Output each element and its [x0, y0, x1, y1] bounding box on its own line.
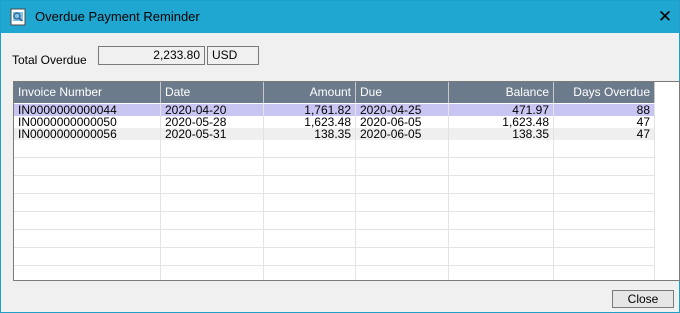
grid-line: [14, 265, 655, 266]
table-row[interactable]: IN0000000000050 2020-05-28 1,623.48 2020…: [14, 116, 655, 128]
due-cell: 2020-06-05: [356, 116, 449, 128]
due-cell: 2020-04-25: [356, 104, 449, 116]
table-row[interactable]: IN0000000000056 2020-05-31 138.35 2020-0…: [14, 128, 655, 140]
amount-cell: 1,761.82: [264, 104, 356, 116]
days-overdue-cell: 47: [554, 116, 655, 128]
app-report-icon: [10, 8, 26, 26]
close-window-icon[interactable]: ✕: [651, 1, 679, 33]
days-overdue-cell: 88: [554, 104, 655, 116]
total-overdue-label: Total Overdue: [12, 53, 87, 67]
currency-field: USD: [207, 46, 259, 65]
close-button[interactable]: Close: [612, 290, 674, 308]
date-cell: 2020-04-20: [161, 104, 264, 116]
date-cell: 2020-05-31: [161, 128, 264, 140]
grid-line: [14, 157, 655, 158]
column-header-invoice-number[interactable]: Invoice Number: [14, 82, 161, 103]
total-overdue-field: 2,233.80: [98, 46, 205, 65]
balance-cell: 138.35: [449, 128, 554, 140]
grid-line: [14, 247, 655, 248]
balance-cell: 1,623.48: [449, 116, 554, 128]
column-header-amount[interactable]: Amount: [264, 82, 356, 103]
dialog-window: Overdue Payment Reminder ✕ Total Overdue…: [0, 0, 680, 313]
days-overdue-cell: 47: [554, 128, 655, 140]
invoice-number-cell: IN0000000000056: [14, 128, 161, 140]
grid-line: [14, 193, 655, 194]
column-header-balance[interactable]: Balance: [449, 82, 554, 103]
grid-line: [14, 175, 655, 176]
invoice-number-cell: IN0000000000044: [14, 104, 161, 116]
amount-cell: 1,623.48: [264, 116, 356, 128]
grid-header: Invoice Number Date Amount Due Balance D…: [14, 82, 679, 103]
grid-line: [14, 211, 655, 212]
date-cell: 2020-05-28: [161, 116, 264, 128]
due-cell: 2020-06-05: [356, 128, 449, 140]
balance-cell: 471.97: [449, 104, 554, 116]
column-header-days-overdue[interactable]: Days Overdue: [554, 82, 655, 103]
grid-line: [14, 229, 655, 230]
column-header-date[interactable]: Date: [161, 82, 264, 103]
invoice-grid[interactable]: Invoice Number Date Amount Due Balance D…: [13, 81, 680, 281]
window-title: Overdue Payment Reminder: [35, 9, 200, 24]
amount-cell: 138.35: [264, 128, 356, 140]
table-row[interactable]: IN0000000000044 2020-04-20 1,761.82 2020…: [14, 104, 655, 116]
title-bar[interactable]: Overdue Payment Reminder ✕: [1, 1, 679, 33]
invoice-number-cell: IN0000000000050: [14, 116, 161, 128]
column-header-due[interactable]: Due: [356, 82, 449, 103]
